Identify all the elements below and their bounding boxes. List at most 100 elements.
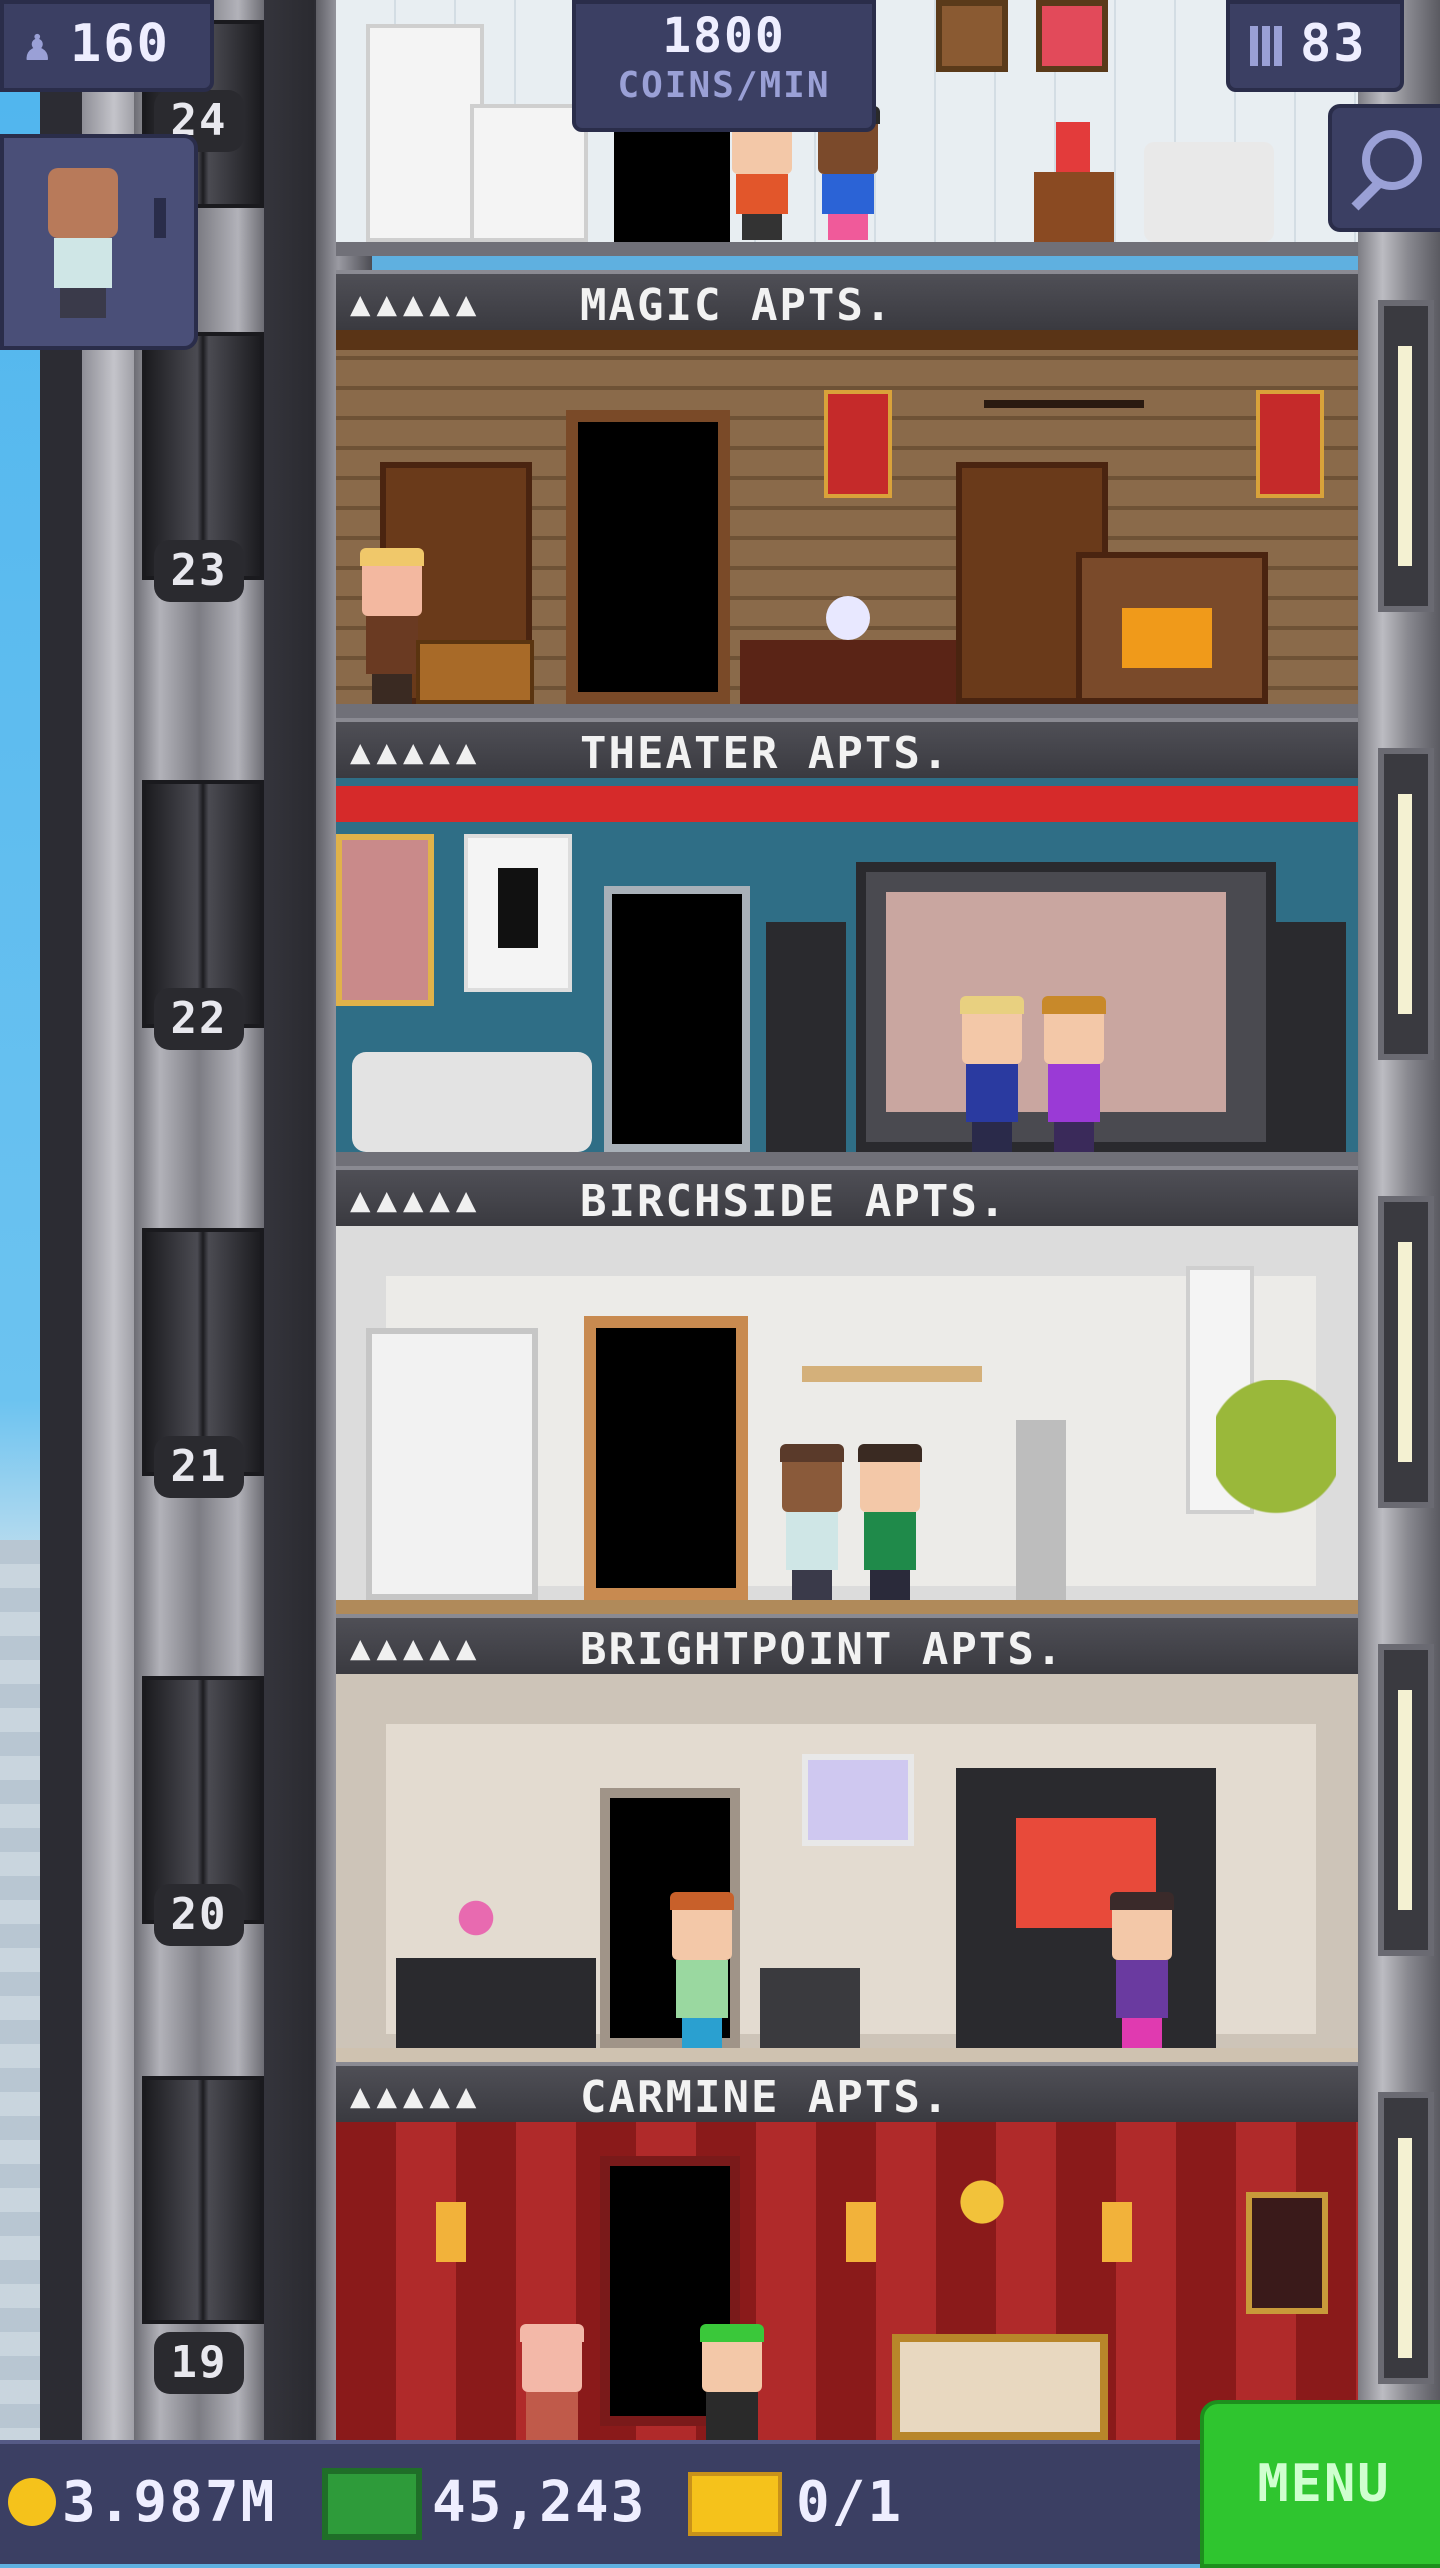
movie-poster bbox=[336, 834, 434, 1006]
floor-rating: ▲▲▲▲▲ bbox=[350, 1180, 483, 1220]
flower-vase bbox=[436, 1878, 516, 1958]
floor-name: CARMINE APTS. bbox=[580, 2072, 951, 2123]
chandelier bbox=[932, 2152, 1032, 2252]
wall-painting bbox=[1246, 2192, 1328, 2314]
floor-count-panel[interactable]: 83 bbox=[1226, 0, 1404, 92]
wall-shelf bbox=[802, 1366, 982, 1382]
facade-window bbox=[1378, 748, 1434, 1060]
floor-number: 23 bbox=[154, 540, 244, 602]
apartment-door bbox=[584, 1316, 748, 1600]
floor-rating: ▲▲▲▲▲ bbox=[350, 732, 483, 772]
resident[interactable] bbox=[516, 2324, 588, 2440]
floor-label: ▲▲▲▲▲ THEATER APTS. bbox=[336, 718, 1358, 779]
bux-value: 45,243 bbox=[432, 2470, 647, 2535]
zoom-button[interactable] bbox=[1328, 104, 1440, 232]
coins-per-min-panel[interactable]: 1800 COINS/MIN bbox=[572, 0, 876, 132]
floor-label: ▲▲▲▲▲ MAGIC APTS. bbox=[336, 270, 1358, 331]
elevator-stop-22[interactable]: 22 bbox=[134, 696, 264, 1144]
floor-label: ▲▲▲▲▲ BIRCHSIDE APTS. bbox=[336, 1166, 1358, 1227]
fridge bbox=[366, 24, 484, 242]
floor-room[interactable] bbox=[336, 2122, 1358, 2440]
wall-painting bbox=[802, 1754, 914, 1846]
potted-plant bbox=[1216, 1380, 1336, 1600]
wall-sconce bbox=[846, 2202, 876, 2262]
treasure-chest bbox=[416, 640, 534, 704]
floor-number: 19 bbox=[154, 2332, 244, 2394]
elevator-doors bbox=[142, 2076, 264, 2324]
floor-name: THEATER APTS. bbox=[580, 728, 951, 779]
stereo bbox=[760, 1968, 860, 2048]
tickets-value: 0/1 bbox=[796, 2470, 904, 2535]
floor-room[interactable] bbox=[336, 778, 1358, 1166]
elevator-stop-21[interactable]: 21 bbox=[134, 1144, 264, 1592]
floor-room[interactable] bbox=[336, 1226, 1358, 1614]
elevator-stop-19[interactable]: 19 bbox=[134, 1992, 264, 2440]
floor-rating: ▲▲▲▲▲ bbox=[350, 284, 483, 324]
banner bbox=[824, 390, 892, 498]
floor-number: 21 bbox=[154, 1436, 244, 1498]
coin-icon bbox=[8, 2478, 56, 2526]
population-counter[interactable]: ♟ 160 bbox=[0, 0, 214, 92]
floor-19[interactable]: ▲▲▲▲▲ CARMINE APTS. bbox=[336, 2062, 1358, 2440]
wall-sconce bbox=[1102, 2202, 1132, 2262]
apartment-door bbox=[566, 410, 730, 704]
wall-picture bbox=[936, 0, 1008, 72]
coins-value: 3.987M bbox=[62, 2470, 277, 2535]
floor-22[interactable]: ▲▲▲▲▲ THEATER APTS. bbox=[336, 718, 1358, 1166]
floor-label: ▲▲▲▲▲ CARMINE APTS. bbox=[336, 2062, 1358, 2123]
dining-table bbox=[396, 1958, 596, 2048]
resident[interactable] bbox=[666, 1892, 738, 2048]
sofa bbox=[352, 1052, 592, 1152]
speaker bbox=[1266, 922, 1346, 1152]
armchair bbox=[1144, 142, 1274, 242]
speaker bbox=[766, 922, 846, 1152]
floor-23[interactable]: ▲▲▲▲▲ MAGIC APTS. bbox=[336, 270, 1358, 718]
menu-button[interactable]: MENU bbox=[1200, 2400, 1440, 2568]
resident[interactable] bbox=[854, 1444, 926, 1600]
person-icon: ♟ bbox=[24, 20, 51, 71]
table-lamp bbox=[1056, 122, 1090, 172]
facade-window bbox=[1378, 1196, 1434, 1508]
fireplace bbox=[1076, 552, 1268, 704]
floor-count-value: 83 bbox=[1300, 14, 1367, 74]
bookcase bbox=[366, 1328, 538, 1600]
floor-rating: ▲▲▲▲▲ bbox=[350, 1628, 483, 1668]
resident[interactable] bbox=[1038, 996, 1110, 1152]
floor-number: 20 bbox=[154, 1884, 244, 1946]
banner bbox=[1256, 390, 1324, 498]
floor-room[interactable] bbox=[336, 1674, 1358, 2062]
side-table bbox=[1034, 172, 1114, 242]
chandelier bbox=[984, 350, 1144, 408]
coins-per-min-value: 1800 bbox=[662, 8, 786, 64]
resident[interactable] bbox=[1106, 1892, 1178, 2048]
movie-poster bbox=[464, 834, 572, 992]
resident[interactable] bbox=[956, 996, 1028, 1152]
wall-sconce bbox=[436, 2202, 466, 2262]
floor-name: BRIGHTPOINT APTS. bbox=[580, 1624, 1065, 1675]
facade-window bbox=[1378, 2092, 1434, 2384]
population-value: 160 bbox=[70, 14, 170, 74]
floor-room[interactable] bbox=[336, 330, 1358, 718]
ticket-icon bbox=[688, 2472, 782, 2536]
coins-per-min-label: COINS/MIN bbox=[617, 65, 831, 106]
floor-name: BIRCHSIDE APTS. bbox=[580, 1176, 1008, 1227]
floor-rating: ▲▲▲▲▲ bbox=[350, 2076, 483, 2116]
resident[interactable] bbox=[696, 2324, 768, 2440]
city-skyline bbox=[0, 1540, 40, 2440]
resident[interactable] bbox=[776, 1444, 848, 1600]
apartment-door bbox=[604, 886, 750, 1152]
floor-name: MAGIC APTS. bbox=[580, 280, 894, 331]
building-icon bbox=[1250, 26, 1282, 66]
floor-lamp bbox=[1016, 1420, 1066, 1600]
facade-window bbox=[1378, 1644, 1434, 1956]
floor-20[interactable]: ▲▲▲▲▲ BRIGHTPOINT APTS. bbox=[336, 1614, 1358, 2062]
floor-label: ▲▲▲▲▲ BRIGHTPOINT APTS. bbox=[336, 1614, 1358, 1675]
crystal-ball bbox=[826, 596, 870, 640]
bitizen-avatar-button[interactable] bbox=[0, 134, 198, 350]
floor-21[interactable]: ▲▲▲▲▲ BIRCHSIDE APTS. bbox=[336, 1166, 1358, 1614]
bed bbox=[892, 2334, 1108, 2440]
wall-picture bbox=[1036, 0, 1108, 72]
facade-window bbox=[1378, 300, 1434, 612]
elevator-stop-20[interactable]: 20 bbox=[134, 1592, 264, 2040]
avatar bbox=[38, 168, 128, 318]
